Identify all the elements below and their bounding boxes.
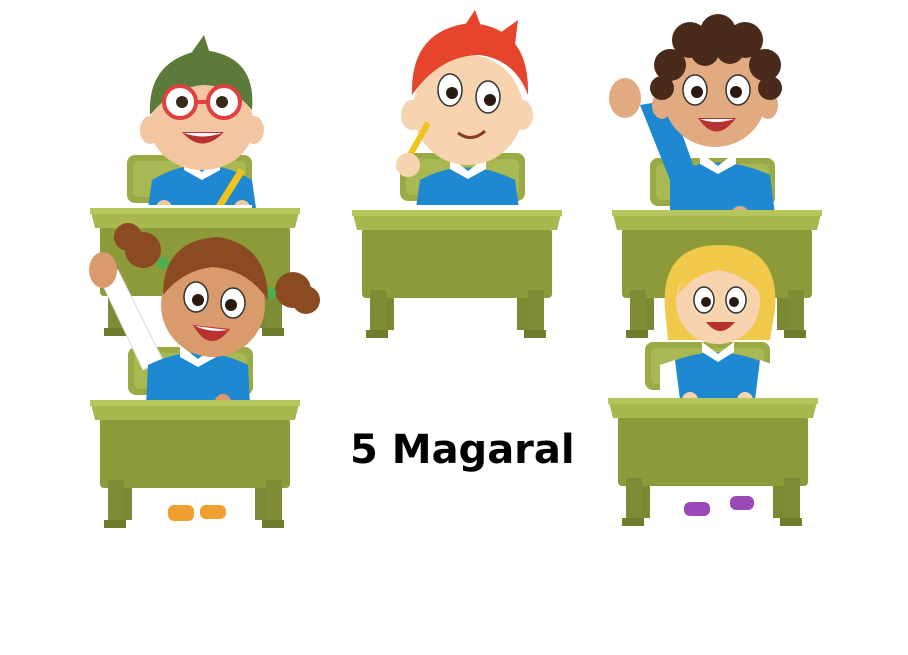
student-boy-curly-hair (609, 14, 782, 224)
student-boy-red-hair (396, 10, 533, 216)
student-boy-glasses (127, 35, 264, 216)
classroom-scene (89, 10, 822, 528)
caption-text: 5 Magaral (350, 427, 575, 473)
